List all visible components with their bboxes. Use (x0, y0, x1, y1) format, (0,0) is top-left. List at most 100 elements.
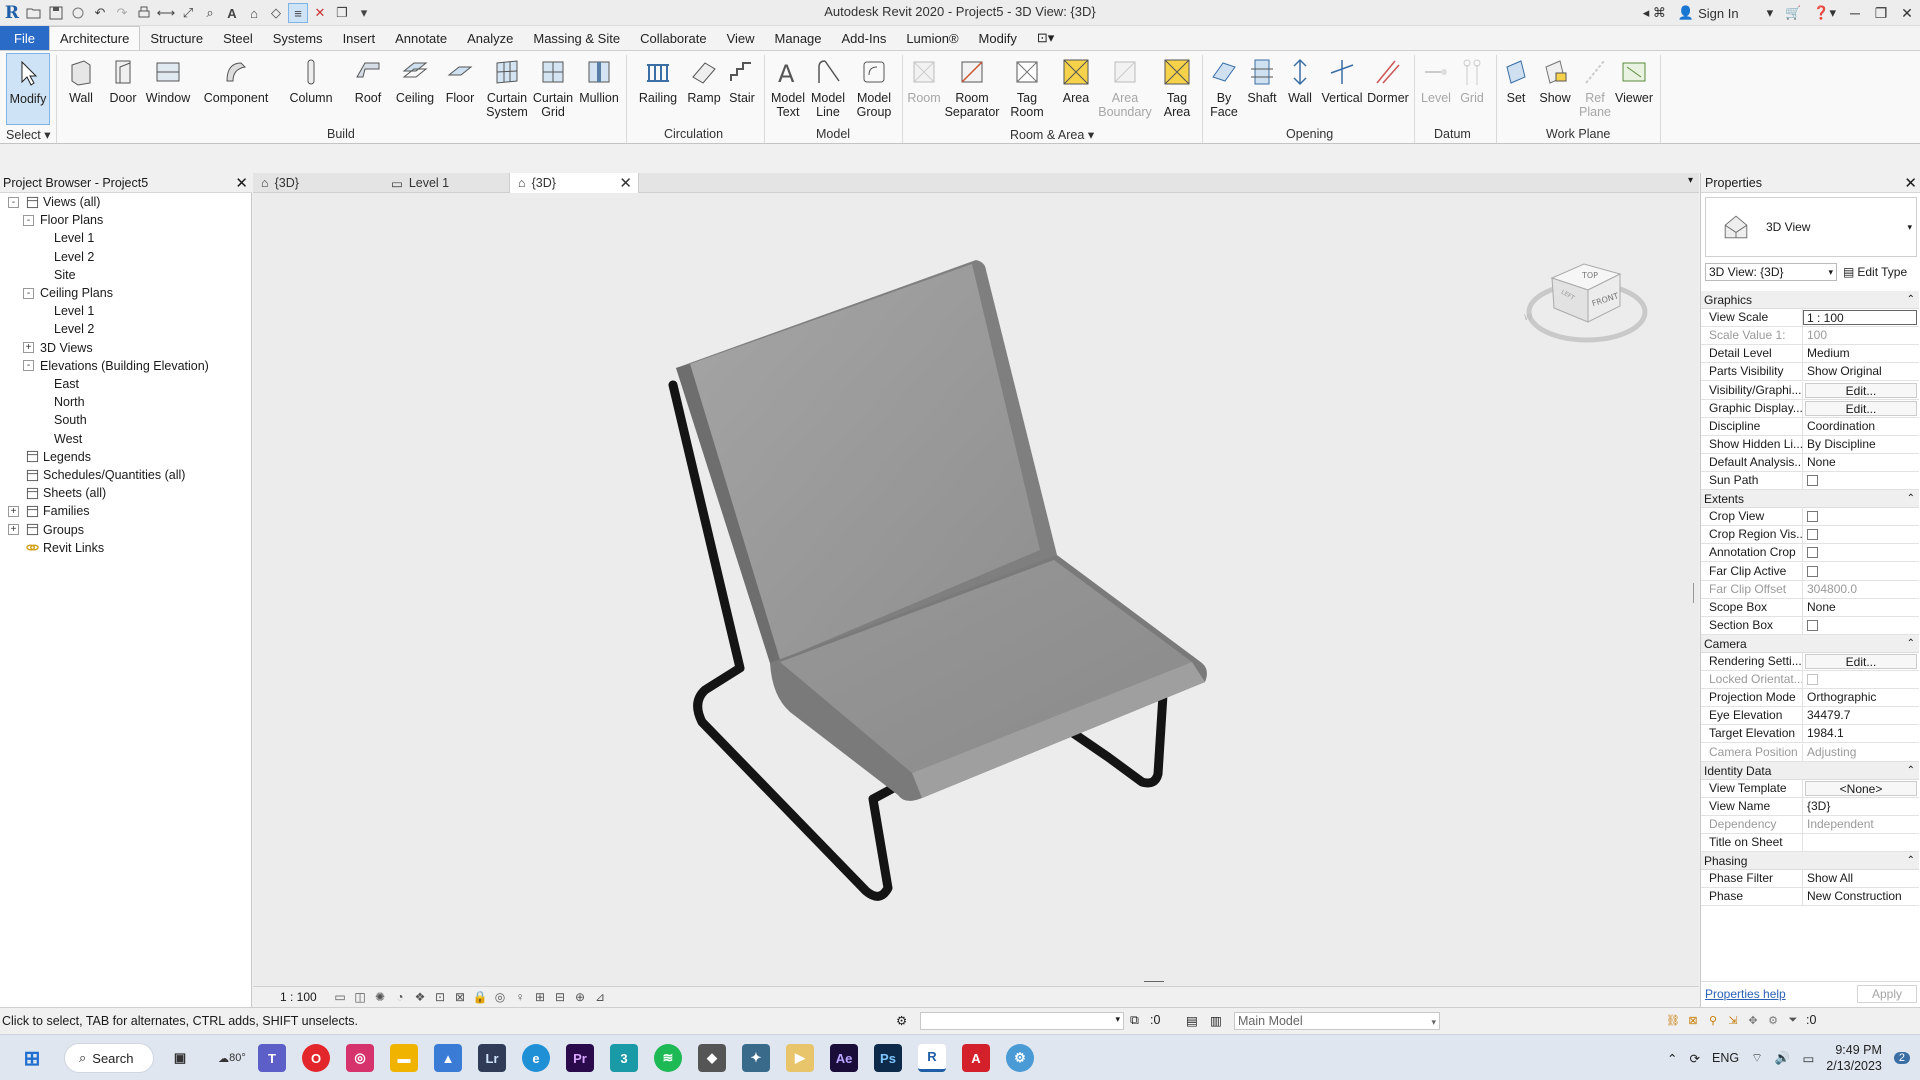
properties-help-link[interactable]: Properties help (1705, 987, 1786, 1001)
tab-file[interactable]: File (0, 26, 49, 50)
set-button[interactable]: Set (1500, 53, 1532, 127)
tab-add-ins[interactable]: Add-Ins (832, 26, 897, 50)
room-area-panel-label[interactable]: Room & Area ▾ (1010, 127, 1094, 142)
property-edit-button[interactable]: <None> (1805, 780, 1917, 796)
tab-steel[interactable]: Steel (213, 26, 263, 50)
restore-button[interactable]: ❐ (1868, 0, 1894, 26)
tag-room-button[interactable]: Tag Room (1006, 53, 1048, 127)
undo-icon[interactable]: ↶ (90, 3, 110, 23)
property-value[interactable]: New Construction (1803, 888, 1919, 905)
tree-item[interactable]: - Elevations (Building Elevation) (23, 357, 209, 375)
property-value[interactable]: Show All (1803, 870, 1919, 887)
close-icon[interactable]: ✕ (1904, 174, 1917, 192)
clock[interactable]: 9:49 PM 2/13/2023 (1826, 1042, 1882, 1074)
ceiling-button[interactable]: Ceiling (392, 53, 438, 127)
print-icon[interactable] (134, 3, 154, 23)
help-icon[interactable]: ❓▾ (1807, 0, 1842, 26)
tag-icon[interactable]: ⌕ (200, 3, 220, 23)
checkbox[interactable] (1807, 511, 1818, 523)
tab-modify[interactable]: Modify (969, 26, 1027, 50)
tab-architecture[interactable]: Architecture (48, 26, 141, 50)
model-line-button[interactable]: Model Line (810, 53, 846, 127)
photoshop-icon[interactable]: Ps (874, 1044, 902, 1072)
collapse-icon[interactable]: - (23, 214, 34, 226)
measure-icon[interactable]: ⟷ (156, 3, 176, 23)
exclude-options-icon[interactable]: ▥ (1210, 1013, 1222, 1028)
switch-windows-icon[interactable]: ❐ (332, 3, 352, 23)
checkbox[interactable] (1807, 547, 1818, 559)
battery-icon[interactable]: ▭ (1802, 1051, 1814, 1066)
modify-button[interactable]: Modify (6, 53, 50, 125)
collapse-icon[interactable]: ⌃ (1907, 291, 1915, 309)
visual-style-icon[interactable]: ◫ (350, 989, 370, 1005)
cart-icon[interactable]: 🛒 (1779, 0, 1807, 26)
temporary-hide-icon[interactable]: ◎ (490, 989, 510, 1005)
tab-3d-view[interactable]: ⌂ {3D} (253, 173, 383, 193)
ref-plane-button[interactable]: Ref Plane (1578, 53, 1612, 127)
property-value[interactable] (1803, 834, 1919, 851)
shaft-button[interactable]: Shaft (1244, 53, 1280, 127)
app-icon[interactable]: ◆ (698, 1044, 726, 1072)
model-text-button[interactable]: A Model Text (768, 53, 808, 127)
property-group-header[interactable]: Phasing ⌃ (1701, 852, 1919, 871)
grid-button[interactable]: Grid (1456, 53, 1488, 127)
3dsmax-icon[interactable]: 3 (610, 1044, 638, 1072)
sync-icon[interactable] (68, 3, 88, 23)
design-option-dropdown[interactable]: Main Model ▾ (1234, 1012, 1440, 1030)
analytical-model-icon[interactable]: ⊟ (550, 989, 570, 1005)
close-icon[interactable]: ✕ (235, 174, 248, 192)
property-checkbox[interactable] (1803, 544, 1919, 561)
tab-collaborate[interactable]: Collaborate (630, 26, 717, 50)
property-group-header[interactable]: Graphics ⌃ (1701, 291, 1919, 309)
tab-annotate[interactable]: Annotate (385, 26, 457, 50)
text-icon[interactable]: A (222, 3, 242, 23)
viewer-button[interactable]: Viewer (1614, 53, 1654, 127)
room-button[interactable]: Room (906, 53, 942, 127)
tree-item[interactable]: - Views (all) (8, 193, 100, 211)
notification-badge[interactable]: 2 (1893, 1052, 1910, 1064)
tree-item[interactable]: East (54, 375, 79, 393)
section-icon[interactable]: ◇ (266, 3, 286, 23)
property-checkbox[interactable] (1803, 617, 1919, 634)
property-value[interactable]: By Discipline (1803, 436, 1919, 453)
select-panel-label[interactable]: Select ▾ (6, 127, 51, 142)
property-value[interactable]: Medium (1803, 345, 1919, 362)
curtain-system-button[interactable]: Curtain System (484, 53, 530, 127)
vertical-button[interactable]: Vertical (1320, 53, 1364, 127)
close-hidden-icon[interactable]: ✕ (310, 3, 330, 23)
taskbar-search[interactable]: ⌕ Search (64, 1043, 154, 1073)
wifi-icon[interactable]: ⌔ (1751, 1050, 1763, 1066)
wall-button[interactable]: Wall (62, 53, 100, 127)
reveal-hidden-icon[interactable]: ♀ (510, 989, 530, 1005)
minimize-button[interactable]: ─ (1842, 0, 1868, 26)
tree-item[interactable]: North (54, 393, 85, 411)
tab-lumion[interactable]: Lumion® (896, 26, 968, 50)
checkbox[interactable] (1807, 529, 1818, 541)
instagram-icon[interactable]: ◎ (346, 1044, 374, 1072)
windows-start-icon[interactable]: ⊞ (18, 1044, 46, 1072)
open-icon[interactable] (24, 3, 44, 23)
expand-icon[interactable]: + (8, 505, 19, 517)
show-constraints-icon[interactable]: ⊿ (590, 989, 610, 1005)
teams-icon[interactable]: T (258, 1044, 286, 1072)
view-scale[interactable]: 1 : 100 (280, 990, 330, 1004)
autocad-icon[interactable]: A (962, 1044, 990, 1072)
tree-item[interactable]: - Ceiling Plans (23, 284, 113, 302)
volume-icon[interactable]: 🔊 (1775, 1051, 1791, 1066)
property-value[interactable]: 34479.7 (1803, 707, 1919, 724)
expand-icon[interactable]: + (8, 524, 19, 536)
crop-region-icon[interactable]: ⊠ (450, 989, 470, 1005)
tab-menu-icon[interactable]: ▾ (1688, 175, 1693, 186)
property-value[interactable]: None (1803, 599, 1919, 616)
temporary-view-icon[interactable]: ⊞ (530, 989, 550, 1005)
select-underlay-icon[interactable]: ⊠ (1686, 1013, 1700, 1027)
after-effects-icon[interactable]: Ae (830, 1044, 858, 1072)
type-selector[interactable]: 3D View ▾ (1705, 197, 1917, 257)
revit-logo-icon[interactable]: R (2, 3, 22, 23)
curtain-grid-button[interactable]: Curtain Grid (532, 53, 574, 127)
customize-icon[interactable]: ▾ (354, 3, 374, 23)
tree-item[interactable]: + Groups (8, 521, 84, 539)
tab-systems[interactable]: Systems (263, 26, 333, 50)
apply-button[interactable]: Apply (1856, 984, 1917, 1003)
property-value[interactable]: 1 : 100 (1803, 310, 1917, 326)
